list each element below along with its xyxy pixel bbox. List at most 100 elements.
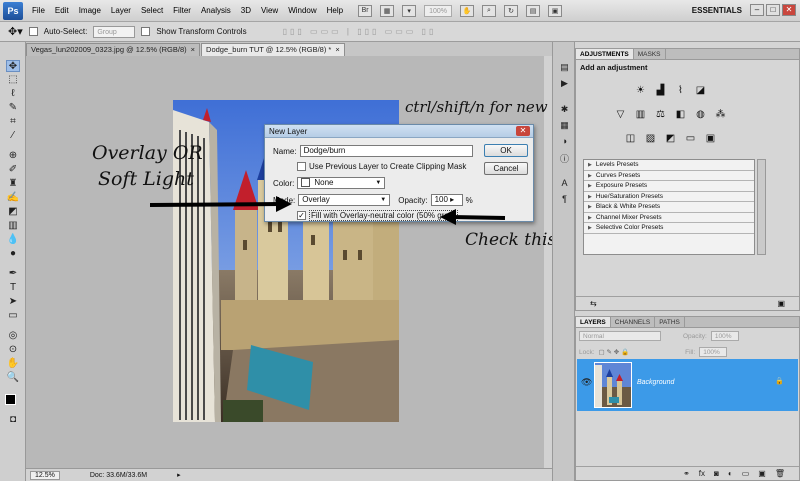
cancel-button[interactable]: Cancel bbox=[484, 162, 528, 175]
return-to-list-icon[interactable]: ⇆ bbox=[590, 297, 597, 310]
paragraph-panel-icon[interactable]: ¶ bbox=[558, 194, 571, 205]
new-adjustment-layer-icon[interactable]: ◐ bbox=[728, 467, 733, 480]
3d-rotate-tool-icon[interactable]: ◎ bbox=[6, 330, 20, 342]
rotate-view-icon[interactable]: ↻ bbox=[504, 4, 518, 17]
auto-select-dropdown[interactable]: Group bbox=[93, 25, 136, 38]
bridge-icon[interactable]: Br bbox=[358, 4, 373, 17]
layer-style-icon[interactable]: fx bbox=[699, 467, 705, 480]
dialog-close-button[interactable]: ✕ bbox=[516, 126, 530, 136]
menu-edit[interactable]: Edit bbox=[50, 6, 74, 15]
menu-file[interactable]: File bbox=[27, 6, 50, 15]
hand-tool-icon[interactable]: ✋ bbox=[460, 4, 474, 17]
tab-adjustments[interactable]: ADJUSTMENTS bbox=[576, 49, 634, 59]
clipping-mask-checkbox[interactable] bbox=[297, 162, 306, 171]
vibrance-icon[interactable]: ▽ bbox=[614, 109, 627, 121]
doc-tab-dodge-burn[interactable]: Dodge_burn TUT @ 12.5% (RGB/8) * × bbox=[201, 43, 345, 56]
doc-size-readout[interactable]: Doc: 33.6M/33.6M bbox=[90, 472, 147, 479]
doc-tab-vegas[interactable]: Vegas_lun202009_0323.jpg @ 12.5% (RGB/8)… bbox=[26, 43, 201, 56]
color-dropdown[interactable]: None ▼ bbox=[297, 177, 386, 189]
maximize-button[interactable]: □ bbox=[766, 4, 780, 16]
mode-dropdown[interactable]: Overlay ▼ bbox=[298, 194, 391, 206]
layer-comps-icon[interactable]: ▦ bbox=[558, 120, 571, 131]
close-icon[interactable]: × bbox=[335, 44, 339, 56]
show-transform-checkbox[interactable] bbox=[141, 27, 151, 36]
menu-layer[interactable]: Layer bbox=[106, 6, 136, 15]
menu-view[interactable]: View bbox=[256, 6, 283, 15]
menu-help[interactable]: Help bbox=[322, 6, 348, 15]
brightness-contrast-icon[interactable]: ☀ bbox=[634, 85, 647, 97]
mini-bridge-icon[interactable]: ▦ bbox=[380, 4, 395, 17]
history-brush-tool-icon[interactable]: ✍ bbox=[6, 192, 20, 204]
align-icons[interactable]: ▯▯▯ ▭▭▭ | ▯▯▯ ▭▭▭ ▯▯ bbox=[283, 27, 437, 36]
3d-panel-icon[interactable]: ✱ bbox=[558, 104, 571, 115]
color-panel-icon[interactable]: ◑ bbox=[558, 136, 571, 147]
view-extras-icon[interactable]: ▾ bbox=[402, 4, 417, 17]
menu-window[interactable]: Window bbox=[283, 6, 321, 15]
tab-masks[interactable]: MASKS bbox=[634, 49, 666, 59]
gradient-map-icon[interactable]: ▭ bbox=[684, 133, 697, 145]
layer-name-input[interactable]: Dodge/burn bbox=[299, 145, 473, 157]
layer-opacity-field[interactable]: 100% bbox=[710, 331, 739, 341]
black-white-icon[interactable]: ◧ bbox=[674, 109, 687, 121]
gradient-tool-icon[interactable]: ▥ bbox=[6, 220, 20, 232]
trash-icon[interactable]: 🗑 bbox=[775, 467, 785, 480]
photo-filter-icon[interactable]: ◍ bbox=[694, 109, 707, 121]
menu-3d[interactable]: 3D bbox=[236, 6, 256, 15]
close-button[interactable]: ✕ bbox=[782, 4, 796, 16]
hand-tool-icon-panel[interactable]: ✋ bbox=[6, 358, 20, 370]
opacity-input[interactable]: 100 ▸ bbox=[430, 194, 463, 206]
auto-select-checkbox[interactable] bbox=[28, 27, 38, 36]
fill-neutral-checkbox[interactable]: ✓ bbox=[297, 211, 306, 220]
preset-curves[interactable]: ▶ Curves Presets bbox=[584, 171, 754, 181]
pen-tool-icon[interactable]: ✒ bbox=[6, 268, 20, 280]
lasso-tool-icon[interactable]: ℓ bbox=[6, 88, 20, 100]
clone-stamp-tool-icon[interactable]: ♜ bbox=[6, 178, 20, 190]
curves-icon[interactable]: ⌇ bbox=[674, 85, 687, 97]
invert-icon[interactable]: ◫ bbox=[624, 133, 637, 145]
crop-tool-icon[interactable]: ⌗ bbox=[6, 116, 20, 128]
marquee-tool-icon[interactable]: ⬚ bbox=[6, 74, 20, 86]
levels-icon[interactable]: ▟ bbox=[654, 85, 667, 97]
foreground-color-swatch[interactable] bbox=[5, 394, 16, 405]
brush-tool-icon[interactable]: ✐ bbox=[6, 164, 20, 176]
new-layer-icon[interactable]: ▣ bbox=[758, 467, 766, 480]
channel-mixer-icon[interactable]: ⁂ bbox=[714, 109, 727, 121]
exposure-icon[interactable]: ◪ bbox=[694, 85, 707, 97]
close-icon[interactable]: × bbox=[191, 44, 195, 56]
tab-channels[interactable]: CHANNELS bbox=[611, 317, 656, 327]
tab-layers[interactable]: LAYERS bbox=[576, 317, 611, 327]
eyedropper-tool-icon[interactable]: ⁄ bbox=[6, 130, 20, 142]
status-arrow-icon[interactable]: ▸ bbox=[177, 471, 181, 479]
zoom-tool-icon[interactable]: ⌕ bbox=[482, 4, 496, 17]
dodge-tool-icon[interactable]: ● bbox=[6, 248, 20, 260]
type-tool-icon[interactable]: T bbox=[6, 282, 20, 294]
info-panel-icon[interactable]: ⓘ bbox=[558, 154, 571, 165]
blend-mode-dropdown[interactable]: Normal bbox=[579, 331, 661, 341]
move-tool-icon[interactable]: ✥ bbox=[6, 60, 20, 72]
preset-black-white[interactable]: ▶ Black & White Presets bbox=[584, 202, 754, 213]
tab-paths[interactable]: PATHS bbox=[655, 317, 685, 327]
zoom-tool-icon-panel[interactable]: 🔍 bbox=[6, 372, 20, 384]
3d-camera-tool-icon[interactable]: ⊙ bbox=[6, 344, 20, 356]
layer-row-background[interactable]: 👁 Background 🔒 bbox=[577, 359, 798, 411]
quick-mask-icon[interactable]: ◘ bbox=[6, 414, 20, 426]
menu-select[interactable]: Select bbox=[136, 6, 168, 15]
minimize-button[interactable]: – bbox=[750, 4, 764, 16]
arrange-documents-icon[interactable]: ▤ bbox=[526, 4, 540, 17]
new-group-icon[interactable]: ▭ bbox=[742, 467, 750, 480]
healing-brush-tool-icon[interactable]: ⊕ bbox=[6, 150, 20, 162]
posterize-icon[interactable]: ▨ bbox=[644, 133, 657, 145]
link-layers-icon[interactable]: ⚭ bbox=[683, 467, 690, 480]
preset-levels[interactable]: ▶ Levels Presets bbox=[584, 160, 754, 171]
lock-icons[interactable]: ▢ ✎ ✥ 🔒 bbox=[599, 348, 630, 356]
menu-image[interactable]: Image bbox=[74, 6, 106, 15]
move-tool-preset-icon[interactable]: ✥▾ bbox=[8, 25, 23, 38]
preset-exposure[interactable]: ▶ Exposure Presets bbox=[584, 181, 754, 192]
fill-field[interactable]: 100% bbox=[699, 347, 728, 357]
hue-saturation-icon[interactable]: ▥ bbox=[634, 109, 647, 121]
preset-selective-color[interactable]: ▶ Selective Color Presets bbox=[584, 223, 754, 234]
zoom-percent-field[interactable]: 12.5% bbox=[30, 470, 60, 480]
eye-icon[interactable]: 👁 bbox=[581, 377, 592, 388]
ok-button[interactable]: OK bbox=[484, 144, 528, 157]
add-mask-icon[interactable]: ◙ bbox=[714, 467, 719, 480]
